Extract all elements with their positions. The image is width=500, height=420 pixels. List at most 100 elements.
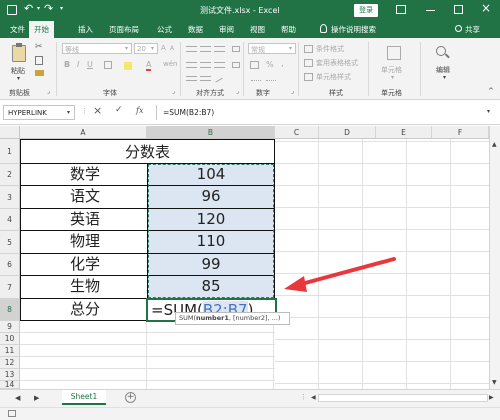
maximize-icon[interactable] bbox=[454, 5, 463, 14]
subject-cell[interactable]: 语文 bbox=[20, 186, 147, 209]
share-button[interactable]: 共享 bbox=[465, 24, 480, 35]
increase-font-icon[interactable]: A bbox=[161, 44, 166, 52]
worksheet-grid[interactable]: A B C D E F ▲ ▼ 1 2 3 4 5 6 7 8 9 10 11 … bbox=[0, 126, 500, 389]
decrease-decimal-icon[interactable] bbox=[266, 75, 276, 81]
row-header[interactable]: 7 bbox=[0, 276, 20, 299]
scroll-up-icon[interactable]: ▲ bbox=[492, 141, 497, 148]
copy-icon[interactable] bbox=[35, 56, 43, 65]
align-top-icon[interactable] bbox=[186, 46, 197, 52]
row-header[interactable]: 9 bbox=[0, 321, 20, 333]
column-header-e[interactable]: E bbox=[376, 126, 432, 139]
login-button[interactable]: 登录 bbox=[354, 4, 378, 17]
collapse-ribbon-icon[interactable]: ^ bbox=[488, 87, 494, 95]
decrease-font-icon[interactable]: A bbox=[170, 45, 174, 52]
row-header[interactable]: 3 bbox=[0, 186, 20, 209]
font-name-select[interactable]: 等线 ▾ bbox=[62, 43, 132, 54]
row-header[interactable]: 8 bbox=[0, 299, 20, 321]
cells-icon[interactable] bbox=[387, 46, 401, 60]
scroll-down-icon[interactable]: ▼ bbox=[492, 379, 497, 386]
tab-insert[interactable]: 插入 bbox=[78, 24, 93, 35]
comma-icon[interactable]: , bbox=[281, 59, 284, 69]
add-sheet-icon[interactable]: + bbox=[125, 392, 136, 403]
cell-style-button[interactable]: 单元格样式 bbox=[316, 72, 351, 82]
indent-icon[interactable] bbox=[186, 76, 197, 81]
column-header-a[interactable]: A bbox=[20, 126, 147, 139]
enter-icon[interactable]: ✓ bbox=[115, 105, 123, 115]
vertical-scrollbar[interactable] bbox=[489, 126, 500, 389]
paste-icon[interactable] bbox=[12, 45, 26, 62]
cancel-icon[interactable]: × bbox=[93, 104, 102, 117]
total-label-cell[interactable]: 总分 bbox=[20, 299, 147, 321]
row-header[interactable]: 14 bbox=[0, 381, 20, 389]
align-left-icon[interactable] bbox=[186, 62, 197, 68]
close-icon[interactable]: × bbox=[481, 1, 491, 15]
clipboard-launcher-icon[interactable]: ⌟ bbox=[47, 88, 50, 95]
paste-dropdown-icon[interactable]: ▾ bbox=[17, 75, 20, 82]
number-launcher-icon[interactable]: ⌟ bbox=[291, 88, 294, 95]
tab-formulas[interactable]: 公式 bbox=[157, 24, 172, 35]
ribbon-display-options-icon[interactable] bbox=[396, 5, 406, 14]
expand-formula-icon[interactable]: ▾ bbox=[487, 108, 490, 115]
redo-icon[interactable]: ↷ bbox=[44, 2, 53, 15]
conditional-format-button[interactable]: 条件格式 bbox=[316, 44, 344, 54]
format-painter-icon[interactable] bbox=[35, 70, 44, 76]
tab-review[interactable]: 审阅 bbox=[219, 24, 234, 35]
align-bottom-icon[interactable] bbox=[214, 46, 225, 52]
cell-style-icon[interactable] bbox=[304, 73, 313, 81]
table-format-button[interactable]: 套用表格格式 bbox=[316, 58, 358, 68]
tab-home[interactable]: 开始 bbox=[29, 21, 54, 38]
tab-help[interactable]: 帮助 bbox=[281, 24, 296, 35]
select-all-corner[interactable] bbox=[0, 126, 20, 139]
border-icon[interactable] bbox=[104, 61, 112, 69]
underline-icon[interactable]: U bbox=[87, 60, 93, 69]
subject-cell[interactable]: 生物 bbox=[20, 276, 147, 299]
minimize-icon[interactable] bbox=[426, 10, 435, 11]
phonetic-icon[interactable]: wén bbox=[163, 60, 177, 68]
wrap-text-icon[interactable] bbox=[232, 46, 240, 52]
subject-cell[interactable]: 化学 bbox=[20, 254, 147, 276]
bold-icon[interactable]: B bbox=[64, 60, 70, 69]
italic-icon[interactable]: I bbox=[77, 60, 79, 69]
sheet-tab-sheet1[interactable]: Sheet1 bbox=[62, 390, 106, 405]
align-center-icon[interactable] bbox=[200, 62, 211, 68]
align-middle-icon[interactable] bbox=[200, 46, 211, 52]
row-header[interactable]: 13 bbox=[0, 369, 20, 381]
subject-cell[interactable]: 物理 bbox=[20, 231, 147, 254]
percent-icon[interactable]: % bbox=[266, 60, 274, 69]
fill-color-icon[interactable] bbox=[124, 62, 132, 70]
save-icon[interactable] bbox=[7, 5, 17, 15]
drag-handle-icon[interactable]: ⋮ bbox=[81, 107, 88, 115]
insert-function-icon[interactable]: fx bbox=[136, 106, 143, 115]
row-header[interactable]: 11 bbox=[0, 345, 20, 357]
currency-icon[interactable] bbox=[250, 61, 259, 69]
column-header-c[interactable]: C bbox=[275, 126, 319, 139]
share-icon[interactable] bbox=[455, 25, 462, 32]
record-macro-icon[interactable] bbox=[8, 410, 16, 417]
conditional-format-icon[interactable] bbox=[304, 45, 313, 53]
row-header[interactable]: 10 bbox=[0, 333, 20, 345]
formula-input[interactable]: =SUM(B2:B7) ▾ bbox=[156, 105, 496, 120]
tab-split-handle[interactable]: ⋮ bbox=[300, 393, 307, 401]
prev-sheet-icon[interactable]: ◀ bbox=[15, 394, 20, 402]
undo-icon[interactable]: ↶ bbox=[24, 2, 33, 15]
undo-dropdown-icon[interactable]: ▾ bbox=[37, 5, 40, 12]
row-header[interactable]: 2 bbox=[0, 164, 20, 186]
align-right-icon[interactable] bbox=[214, 62, 225, 68]
title-cell[interactable]: 分数表 bbox=[20, 139, 275, 164]
subject-cell[interactable]: 英语 bbox=[20, 209, 147, 231]
merge-center-icon[interactable] bbox=[232, 62, 240, 68]
column-header-f[interactable]: F bbox=[432, 126, 489, 139]
tab-data[interactable]: 数据 bbox=[188, 24, 203, 35]
row-header[interactable]: 1 bbox=[0, 139, 20, 164]
row-header[interactable]: 6 bbox=[0, 254, 20, 276]
font-launcher-icon[interactable]: ⌟ bbox=[172, 88, 175, 95]
scroll-left-icon[interactable]: ◀ bbox=[311, 394, 316, 401]
row-header[interactable]: 4 bbox=[0, 209, 20, 231]
tooltip-function[interactable]: SUM( bbox=[179, 314, 196, 322]
outdent-icon[interactable] bbox=[200, 76, 211, 81]
tab-page-layout[interactable]: 页面布局 bbox=[109, 24, 139, 35]
font-size-select[interactable]: 20 ▾ bbox=[134, 43, 158, 54]
row-header[interactable]: 12 bbox=[0, 357, 20, 369]
orientation-icon[interactable] bbox=[213, 74, 223, 83]
horizontal-scrollbar[interactable] bbox=[318, 394, 488, 402]
